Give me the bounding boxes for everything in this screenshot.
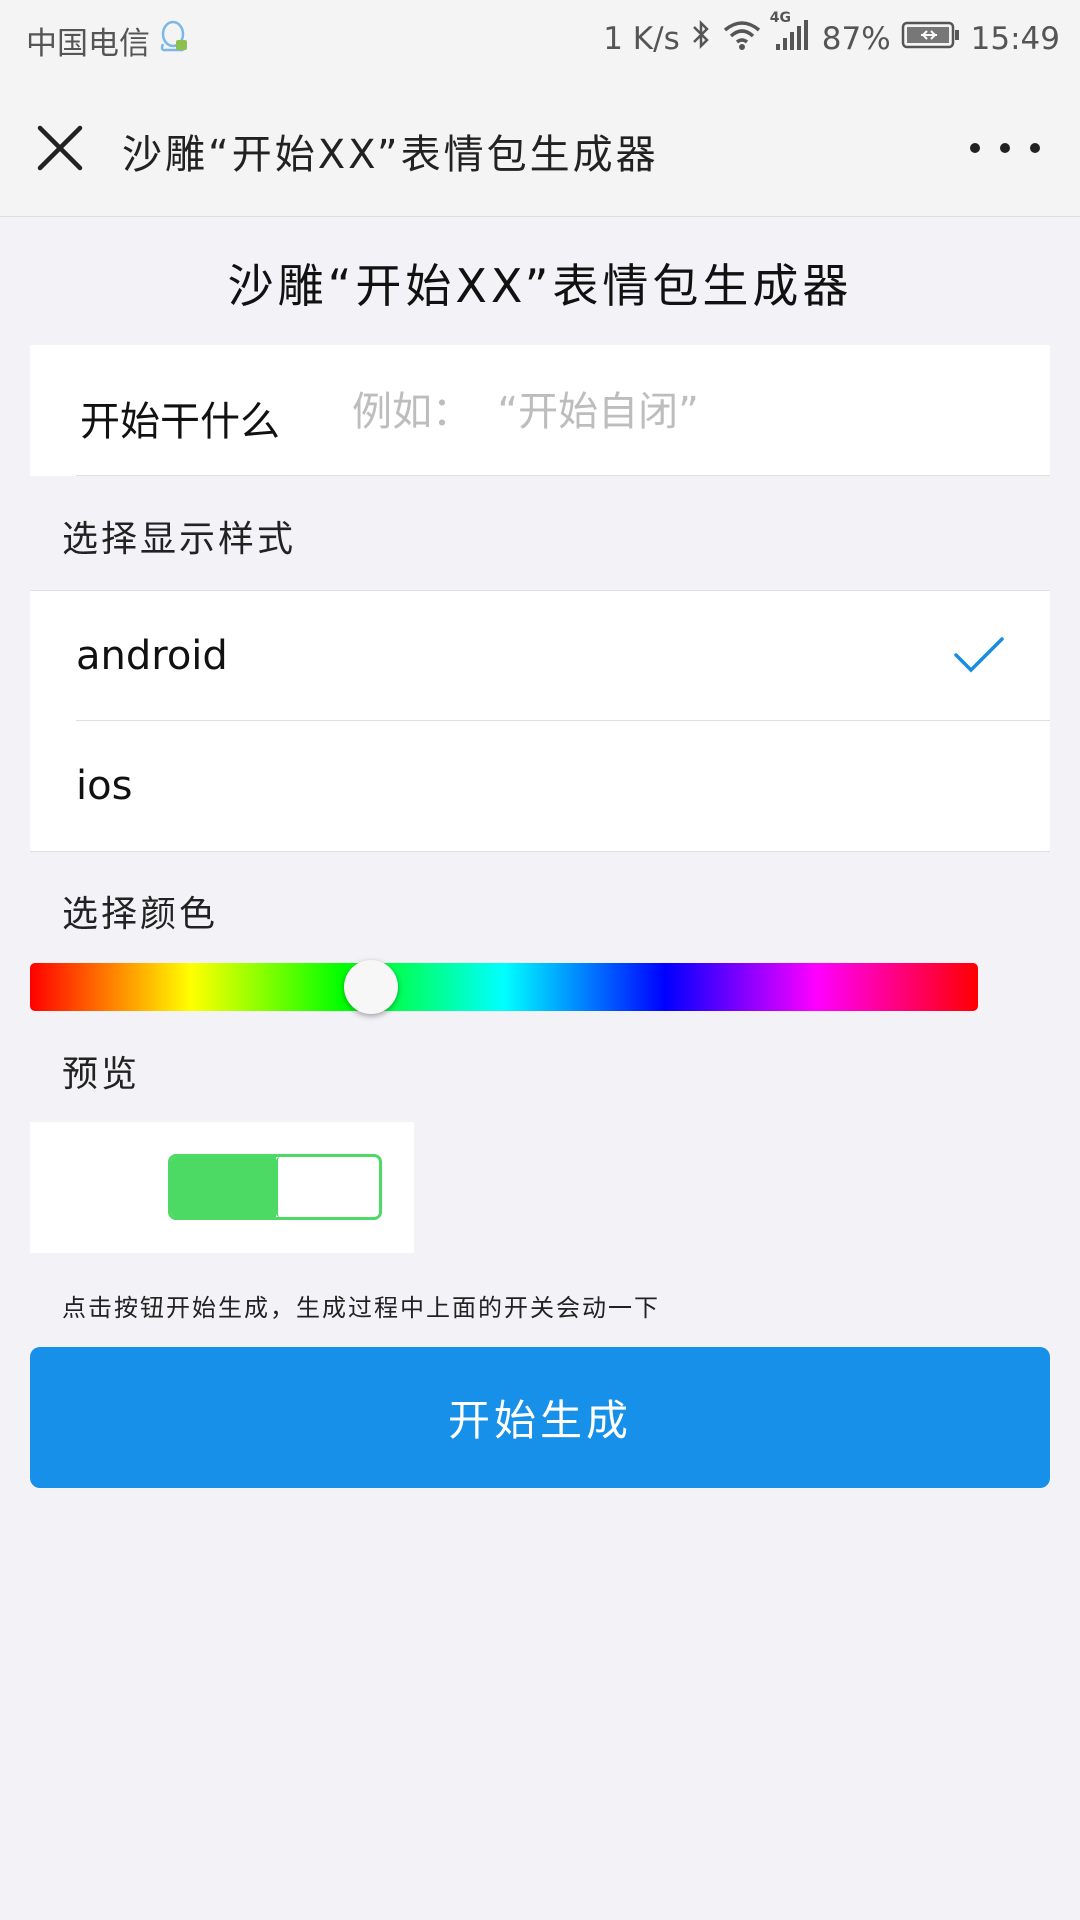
preview-section-label: 预览 [62, 1054, 141, 1095]
input-row: 开始干什么 [30, 345, 1050, 476]
more-dot [1030, 143, 1040, 153]
switch-knob [276, 1157, 379, 1217]
color-section-label: 选择颜色 [62, 894, 219, 935]
qq-icon [158, 20, 188, 62]
wifi-icon [722, 19, 762, 59]
checkmark-icon [952, 633, 1006, 677]
preview-box [30, 1122, 414, 1253]
more-dot [970, 143, 980, 153]
bluetooth-icon [690, 18, 712, 60]
nav-title: 沙雕“开始XX”表情包生成器 [122, 132, 659, 178]
style-option-ios[interactable]: ios [30, 721, 1050, 851]
battery-charging-icon [901, 20, 961, 58]
hue-slider-track[interactable] [30, 963, 978, 1011]
network-speed: 1 K/s [603, 21, 680, 57]
option-label: ios [76, 763, 133, 809]
clock: 15:49 [970, 21, 1060, 57]
hint-text: 点击按钮开始生成，生成过程中上面的开关会动一下 [62, 1294, 660, 1322]
carrier-label: 中国电信 [26, 26, 150, 62]
generate-button[interactable]: 开始生成 [30, 1347, 1050, 1488]
action-input[interactable] [350, 375, 1034, 449]
preview-switch[interactable] [168, 1154, 382, 1220]
close-icon[interactable] [30, 118, 90, 178]
battery-percent: 87% [821, 21, 891, 57]
style-option-android[interactable]: android [30, 591, 1050, 721]
divider [76, 475, 1050, 476]
page-title: 沙雕“开始XX”表情包生成器 [227, 259, 853, 313]
status-left: 中国电信 [26, 18, 188, 63]
switch-fill [171, 1157, 276, 1217]
style-section-label: 选择显示样式 [62, 519, 297, 560]
hue-slider-thumb[interactable] [344, 960, 399, 1014]
style-radio-group: android ios [30, 590, 1050, 852]
input-label: 开始干什么 [80, 399, 280, 445]
more-dot [1000, 143, 1010, 153]
more-icon[interactable] [970, 128, 1040, 168]
status-right: 1 K/s 4G 87% 15:49 [603, 10, 1060, 60]
signal-icon: 4G [770, 10, 812, 60]
status-bar: 中国电信 1 K/s 4G 87% 15:49 [0, 0, 1080, 76]
nav-bar: 沙雕“开始XX”表情包生成器 [0, 76, 1080, 217]
network-type-label: 4G [769, 10, 791, 26]
option-label: android [76, 633, 228, 679]
